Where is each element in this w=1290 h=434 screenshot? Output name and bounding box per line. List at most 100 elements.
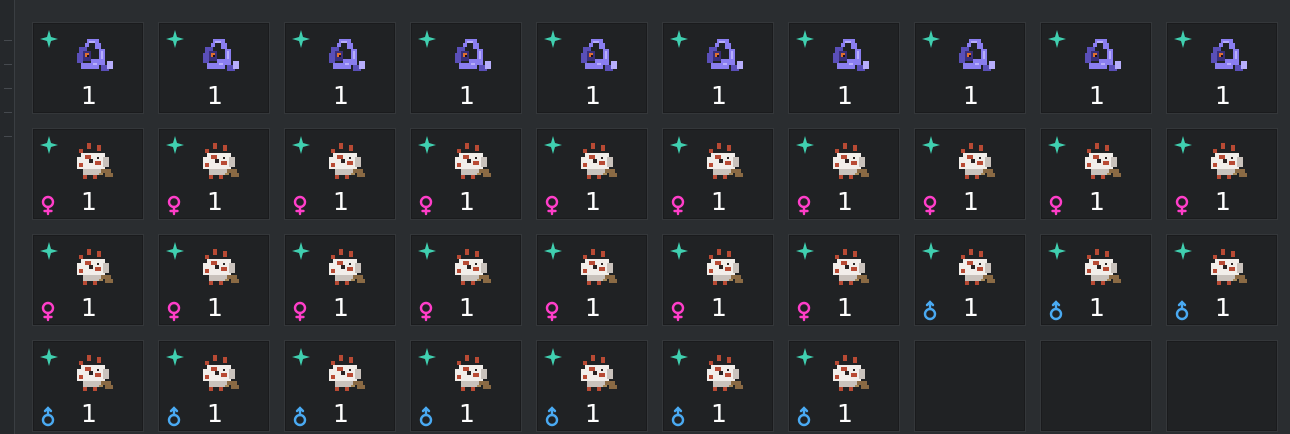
- white-cow-sprite-icon: [329, 355, 365, 391]
- inventory-slot[interactable]: 1: [1040, 128, 1152, 220]
- shiny-sparkle-icon: [418, 30, 436, 48]
- female-symbol-icon: [419, 195, 433, 216]
- inventory-slot[interactable]: 1: [410, 22, 522, 114]
- inventory-slot[interactable]: 1: [1040, 22, 1152, 114]
- inventory-slot[interactable]: 1: [914, 22, 1026, 114]
- shiny-sparkle-icon: [1048, 242, 1066, 260]
- female-symbol-icon: [671, 195, 685, 216]
- quantity-label: 1: [333, 399, 349, 428]
- inventory-slot[interactable]: 1: [914, 128, 1026, 220]
- female-symbol-icon: [167, 301, 181, 322]
- quantity-label: 1: [711, 81, 727, 110]
- empty-inventory-slot[interactable]: [914, 340, 1026, 432]
- purple-serpent-sprite-icon: [707, 39, 743, 71]
- shiny-sparkle-icon: [1174, 242, 1192, 260]
- purple-serpent-sprite-icon: [959, 39, 995, 71]
- white-cow-sprite-icon: [455, 249, 491, 285]
- inventory-slot[interactable]: 1: [788, 340, 900, 432]
- inventory-slot[interactable]: 1: [662, 128, 774, 220]
- inventory-slot[interactable]: 1: [158, 128, 270, 220]
- inventory-slot[interactable]: 1: [284, 22, 396, 114]
- inventory-slot[interactable]: 1: [914, 234, 1026, 326]
- inventory-slot[interactable]: 1: [32, 128, 144, 220]
- white-cow-sprite-icon: [707, 355, 743, 391]
- shiny-sparkle-icon: [40, 348, 58, 366]
- shiny-sparkle-icon: [544, 242, 562, 260]
- inventory-slot[interactable]: 1: [284, 128, 396, 220]
- inventory-slot[interactable]: 1: [158, 340, 270, 432]
- quantity-label: 1: [837, 399, 853, 428]
- quantity-label: 1: [207, 187, 223, 216]
- inventory-slot[interactable]: 1: [32, 234, 144, 326]
- female-symbol-icon: [923, 195, 937, 216]
- shiny-sparkle-icon: [40, 30, 58, 48]
- shiny-sparkle-icon: [292, 30, 310, 48]
- shiny-sparkle-icon: [166, 348, 184, 366]
- white-cow-sprite-icon: [1085, 249, 1121, 285]
- white-cow-sprite-icon: [581, 249, 617, 285]
- quantity-label: 1: [1215, 293, 1231, 322]
- quantity-label: 1: [963, 81, 979, 110]
- rail-tick: [4, 112, 12, 113]
- inventory-slot[interactable]: 1: [536, 234, 648, 326]
- white-cow-sprite-icon: [833, 355, 869, 391]
- inventory-slot[interactable]: 1: [158, 22, 270, 114]
- inventory-slot[interactable]: 1: [1166, 128, 1278, 220]
- male-symbol-icon: [797, 406, 811, 427]
- female-symbol-icon: [41, 301, 55, 322]
- white-cow-sprite-icon: [959, 143, 995, 179]
- inventory-slot[interactable]: 1: [662, 234, 774, 326]
- shiny-sparkle-icon: [1174, 30, 1192, 48]
- white-cow-sprite-icon: [1211, 143, 1247, 179]
- inventory-slot[interactable]: 1: [662, 340, 774, 432]
- quantity-label: 1: [81, 81, 97, 110]
- inventory-slot[interactable]: 1: [410, 128, 522, 220]
- white-cow-sprite-icon: [455, 143, 491, 179]
- empty-inventory-slot[interactable]: [1166, 340, 1278, 432]
- quantity-label: 1: [207, 81, 223, 110]
- inventory-slot[interactable]: 1: [1166, 22, 1278, 114]
- white-cow-sprite-icon: [455, 355, 491, 391]
- quantity-label: 1: [81, 399, 97, 428]
- white-cow-sprite-icon: [77, 249, 113, 285]
- inventory-slot[interactable]: 1: [536, 22, 648, 114]
- inventory-slot[interactable]: 1: [410, 340, 522, 432]
- purple-serpent-sprite-icon: [329, 39, 365, 71]
- quantity-label: 1: [81, 187, 97, 216]
- inventory-slot[interactable]: 1: [410, 234, 522, 326]
- shiny-sparkle-icon: [418, 136, 436, 154]
- inventory-slot[interactable]: 1: [788, 128, 900, 220]
- quantity-label: 1: [459, 187, 475, 216]
- inventory-slot[interactable]: 1: [1040, 234, 1152, 326]
- shiny-sparkle-icon: [166, 136, 184, 154]
- female-symbol-icon: [293, 195, 307, 216]
- inventory-slot[interactable]: 1: [788, 22, 900, 114]
- inventory-slot[interactable]: 1: [536, 128, 648, 220]
- inventory-slot[interactable]: 1: [158, 234, 270, 326]
- inventory-slot[interactable]: 1: [32, 22, 144, 114]
- purple-serpent-sprite-icon: [455, 39, 491, 71]
- empty-inventory-slot[interactable]: [1040, 340, 1152, 432]
- shiny-sparkle-icon: [670, 136, 688, 154]
- white-cow-sprite-icon: [707, 249, 743, 285]
- white-cow-sprite-icon: [77, 355, 113, 391]
- shiny-sparkle-icon: [292, 348, 310, 366]
- quantity-label: 1: [837, 187, 853, 216]
- inventory-slot[interactable]: 1: [1166, 234, 1278, 326]
- white-cow-sprite-icon: [581, 143, 617, 179]
- scroll-rail[interactable]: [0, 0, 15, 434]
- inventory-slot[interactable]: 1: [662, 22, 774, 114]
- male-symbol-icon: [545, 406, 559, 427]
- inventory-slot[interactable]: 1: [284, 234, 396, 326]
- female-symbol-icon: [1049, 195, 1063, 216]
- shiny-sparkle-icon: [796, 136, 814, 154]
- quantity-label: 1: [333, 293, 349, 322]
- inventory-slot[interactable]: 1: [284, 340, 396, 432]
- quantity-label: 1: [711, 399, 727, 428]
- inventory-slot[interactable]: 1: [32, 340, 144, 432]
- shiny-sparkle-icon: [796, 348, 814, 366]
- inventory-slot[interactable]: 1: [788, 234, 900, 326]
- inventory-slot[interactable]: 1: [536, 340, 648, 432]
- shiny-sparkle-icon: [40, 136, 58, 154]
- white-cow-sprite-icon: [1085, 143, 1121, 179]
